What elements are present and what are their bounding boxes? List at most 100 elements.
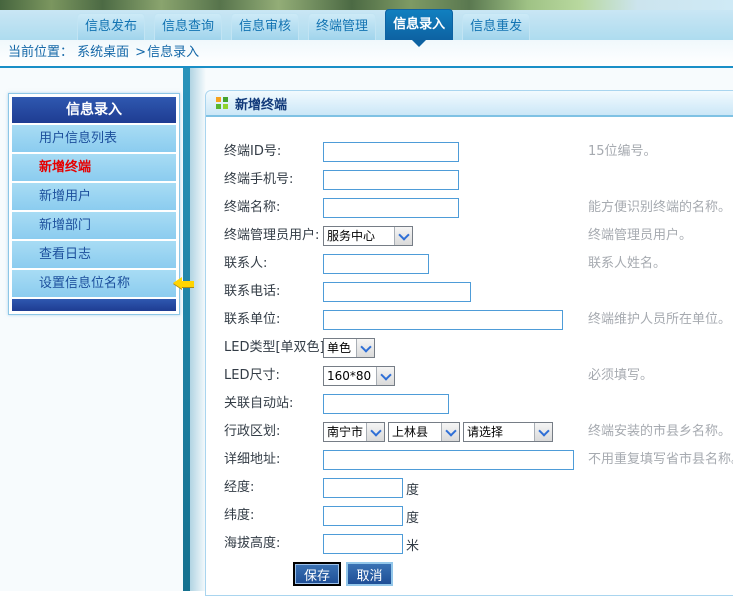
form-row-latitude: 纬度:度 [206, 506, 733, 534]
grid-squares-icon [216, 97, 228, 109]
sidebar-footer-bar [12, 299, 176, 311]
form-row-auto-station: 关联自动站: [206, 394, 733, 422]
contact-unit-hint: 终端维护人员所在单位。 [588, 310, 731, 330]
sidebar-item-2[interactable]: 新增终端 [12, 154, 176, 181]
breadcrumb-prefix: 当前位置： [8, 45, 73, 60]
region-field: 南宁市上林县 请选择 [323, 422, 553, 442]
tab-5[interactable]: 信息录入 [385, 9, 453, 40]
form-row-contact-person: 联系人: 联系人姓名。 [206, 254, 733, 282]
contact-unit-label: 联系单位: [224, 310, 280, 330]
form-row-altitude: 海拔高度: 米 [206, 534, 733, 562]
chevron-down-icon[interactable] [366, 423, 384, 441]
chevron-down-icon[interactable] [441, 423, 459, 441]
vertical-divider-bar [183, 68, 190, 591]
breadcrumb-separator: > [135, 45, 146, 60]
led-type-select-value: 单色 [324, 339, 356, 357]
contact-phone-input[interactable] [323, 282, 471, 302]
contact-person-input[interactable] [323, 254, 429, 274]
address-label: 详细地址: [224, 450, 280, 470]
led-size-label: LED尺寸: [224, 366, 280, 386]
contact-phone-label: 联系电话: [224, 282, 280, 302]
altitude-field: 米 [323, 534, 419, 554]
led-type-field: 单色 [323, 338, 375, 358]
terminal-id-hint: 15位编号。 [588, 142, 657, 162]
admin-user-select[interactable]: 服务中心 [323, 226, 413, 246]
form-row-terminal-phone: 终端手机号: [206, 170, 733, 198]
form-buttons: 保存 取消 [206, 562, 733, 586]
region-hint: 终端安装的市县乡名称。 [588, 422, 731, 442]
altitude-input[interactable] [323, 534, 403, 554]
terminal-phone-input[interactable] [323, 170, 459, 190]
longitude-unit-label: 度 [406, 479, 419, 498]
address-input[interactable] [323, 450, 574, 470]
panel-title: 新增终端 [235, 94, 287, 113]
terminal-name-label: 终端名称: [224, 198, 280, 218]
cancel-button[interactable]: 取消 [346, 562, 393, 586]
region-select-value: 上林县 [389, 423, 441, 441]
contact-person-hint: 联系人姓名。 [588, 254, 666, 274]
region-select-3[interactable]: 请选择 [463, 422, 553, 442]
breadcrumb-current: 信息录入 [147, 45, 199, 60]
led-size-select[interactable]: 160*80 [323, 366, 395, 386]
form-row-led-type: LED类型[单双色]:单色 [206, 338, 733, 366]
terminal-name-field [323, 198, 459, 218]
sidebar-item-3[interactable]: 新增用户 [12, 183, 176, 210]
form-row-region: 行政区划: 南宁市上林县 请选择 终端安装的市县乡名称。 [206, 422, 733, 450]
sidebar-item-4[interactable]: 新增部门 [12, 212, 176, 239]
led-size-select-value: 160*80 [324, 367, 376, 385]
admin-user-label: 终端管理员用户: [224, 226, 319, 246]
sidebar-item-1[interactable]: 用户信息列表 [12, 125, 176, 152]
sidebar-item-5[interactable]: 查看日志 [12, 241, 176, 268]
tab-2[interactable]: 信息查询 [154, 13, 222, 40]
contact-unit-field [323, 310, 563, 330]
region-select-2[interactable]: 上林县 [388, 422, 460, 442]
contact-person-field [323, 254, 429, 274]
latitude-field: 度 [323, 506, 419, 526]
region-label: 行政区划: [224, 422, 280, 442]
latitude-unit-label: 度 [406, 507, 419, 526]
terminal-name-input[interactable] [323, 198, 459, 218]
contact-person-label: 联系人: [224, 254, 267, 274]
terminal-name-hint: 能方便识别终端的名称。 [588, 198, 731, 218]
admin-user-hint: 终端管理员用户。 [588, 226, 692, 246]
sidebar-item-6[interactable]: 设置信息位名称 [12, 270, 176, 297]
panel-header: 新增终端 [206, 91, 733, 117]
form-row-led-size: LED尺寸:160*80必须填写。 [206, 366, 733, 394]
header-photo-banner [0, 0, 733, 10]
main-tab-bar: 信息发布信息查询信息审核终端管理信息录入信息重发 [0, 10, 733, 40]
content-area: 信息录入 用户信息列表新增终端新增用户新增部门查看日志设置信息位名称 新增终端 … [0, 68, 733, 591]
led-type-select[interactable]: 单色 [323, 338, 375, 358]
breadcrumb-home-link[interactable]: 系统桌面 [77, 45, 129, 60]
breadcrumb: 当前位置： 系统桌面 >信息录入 [0, 40, 733, 66]
new-terminal-form: 终端ID号:15位编号。终端手机号:终端名称:能方便识别终端的名称。终端管理员用… [206, 117, 733, 562]
sidebar-title: 信息录入 [12, 97, 176, 123]
terminal-phone-field [323, 170, 459, 190]
auto-station-label: 关联自动站: [224, 394, 293, 414]
auto-station-field [323, 394, 449, 414]
altitude-label: 海拔高度: [224, 534, 280, 554]
tab-1[interactable]: 信息发布 [77, 13, 145, 40]
auto-station-input[interactable] [323, 394, 449, 414]
form-row-contact-unit: 联系单位: 终端维护人员所在单位。 [206, 310, 733, 338]
form-row-terminal-name: 终端名称: 能方便识别终端的名称。 [206, 198, 733, 226]
chevron-down-icon[interactable] [376, 367, 394, 385]
tab-4[interactable]: 终端管理 [308, 13, 376, 40]
chevron-down-icon[interactable] [394, 227, 412, 245]
form-row-admin-user: 终端管理员用户:服务中心 终端管理员用户。 [206, 226, 733, 254]
led-type-label: LED类型[单双色]: [224, 338, 329, 358]
tab-6[interactable]: 信息重发 [462, 13, 530, 40]
region-select-1[interactable]: 南宁市 [323, 422, 385, 442]
contact-unit-input[interactable] [323, 310, 563, 330]
tab-3[interactable]: 信息审核 [231, 13, 299, 40]
chevron-down-icon[interactable] [534, 423, 552, 441]
longitude-input[interactable] [323, 478, 403, 498]
address-hint: 不用重复填写省市县名称。 [588, 450, 733, 470]
save-button[interactable]: 保存 [293, 562, 341, 586]
latitude-input[interactable] [323, 506, 403, 526]
terminal-id-input[interactable] [323, 142, 459, 162]
form-row-address: 详细地址: 不用重复填写省市县名称。 [206, 450, 733, 478]
region-select-value: 请选择 [464, 423, 534, 441]
chevron-down-icon[interactable] [356, 339, 374, 357]
admin-user-field: 服务中心 [323, 226, 413, 246]
new-terminal-panel: 新增终端 终端ID号:15位编号。终端手机号:终端名称:能方便识别终端的名称。终… [205, 90, 733, 596]
